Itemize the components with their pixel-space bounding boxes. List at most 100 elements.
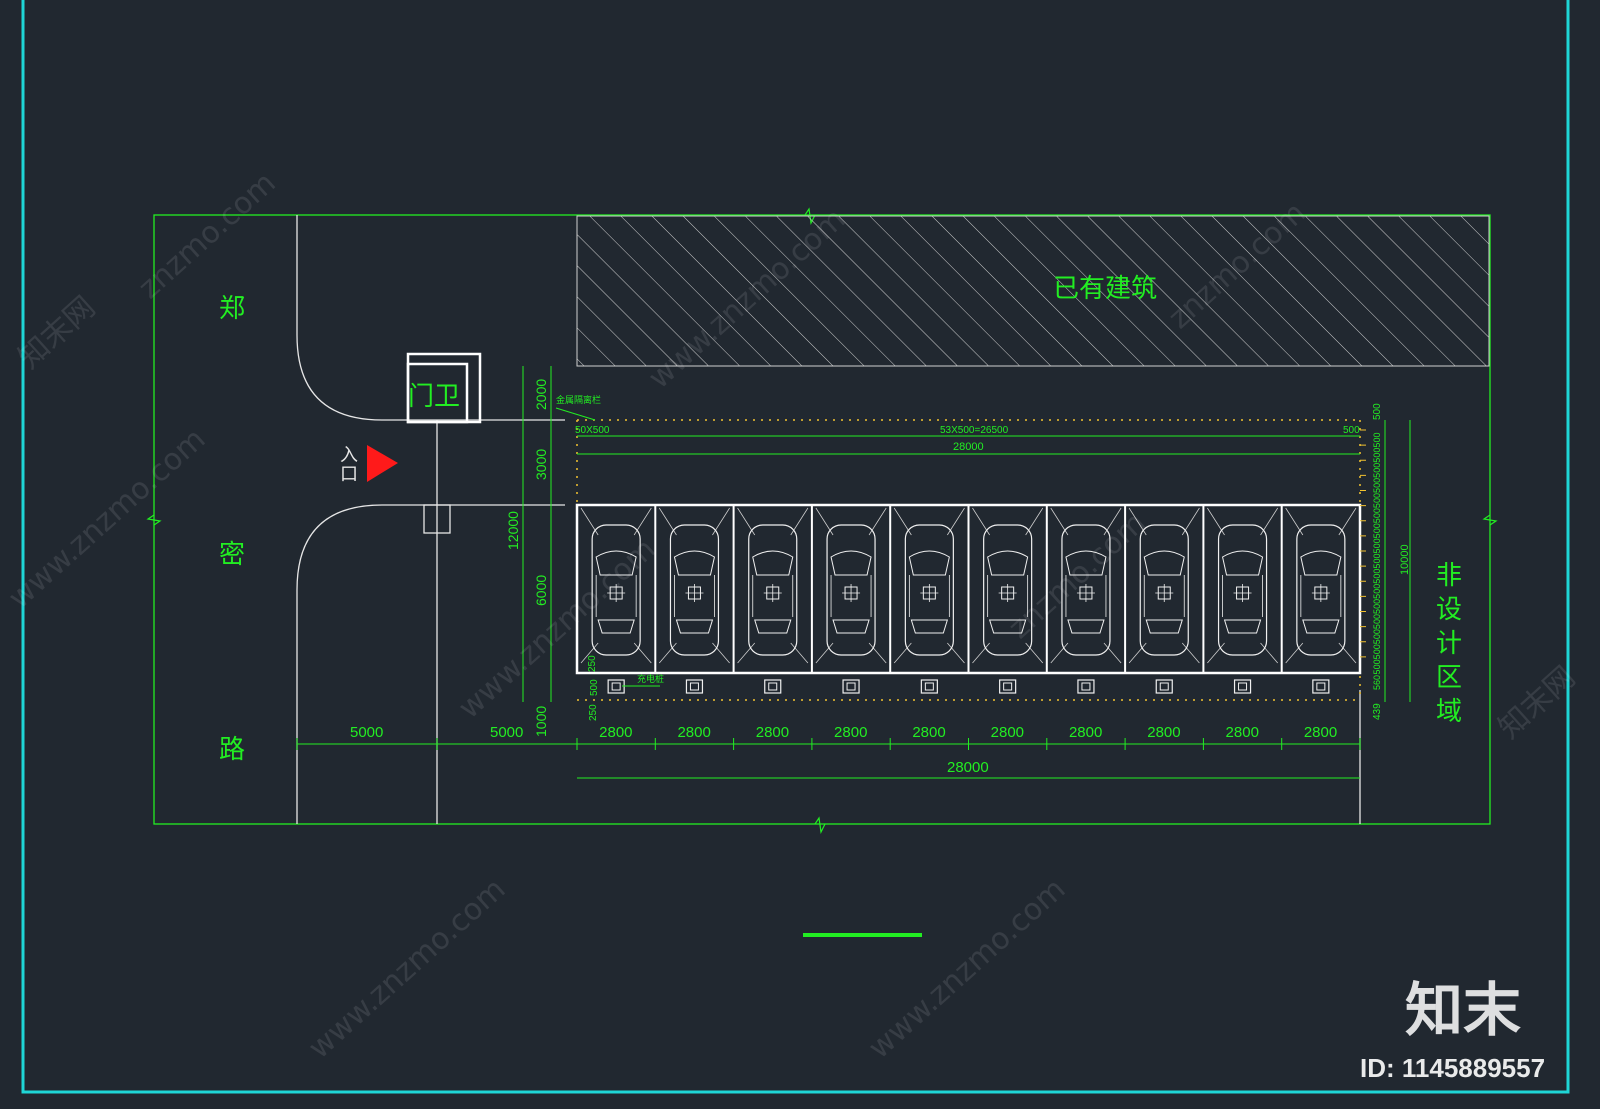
car-rear-window bbox=[1223, 619, 1262, 634]
watermark-text: www.znzmo.com bbox=[862, 872, 1072, 1066]
entrance-label-2: 口 bbox=[340, 464, 358, 484]
car-rear-window bbox=[1302, 619, 1340, 634]
dim-bay-width: 2800 bbox=[912, 724, 945, 741]
charging-pile-icon bbox=[920, 679, 938, 694]
pile-outer bbox=[764, 679, 782, 694]
dim-vert-3000: 3000 bbox=[533, 449, 549, 480]
dim-right-tick: 500 bbox=[1372, 644, 1382, 659]
car-windshield bbox=[908, 550, 950, 576]
charging-pile-icon bbox=[1155, 679, 1173, 694]
pile-inner bbox=[768, 682, 778, 691]
car-windshield bbox=[1300, 550, 1342, 576]
entrance-arrow-icon bbox=[367, 445, 398, 482]
dim-bay-width: 2800 bbox=[756, 724, 789, 741]
non-design-char-2: 设 bbox=[1436, 594, 1462, 624]
image-id: ID: 1145889557 bbox=[1360, 1053, 1545, 1083]
charging-pile-icon bbox=[1312, 679, 1330, 694]
non-design-char-3: 计 bbox=[1436, 628, 1462, 658]
dim-right-tick: 500 bbox=[1372, 478, 1382, 493]
parking-bay bbox=[654, 505, 730, 673]
parking-bay bbox=[1202, 505, 1279, 673]
dim-right-tick: 500 bbox=[1372, 569, 1382, 584]
dim-right-tick: 500 bbox=[1372, 493, 1382, 508]
dim-right-tick: 500 bbox=[1372, 463, 1382, 478]
dim-right-439: 439 bbox=[1372, 703, 1383, 720]
dim-right-10000: 10000 bbox=[1399, 544, 1411, 575]
pile-outer bbox=[842, 679, 860, 694]
pile-inner bbox=[924, 682, 934, 691]
charging-piles bbox=[607, 679, 1330, 694]
dim-right-tick: 500 bbox=[1372, 659, 1382, 674]
watermark-text: www.znzmo.com bbox=[302, 872, 512, 1066]
dim-right-tick: 500 bbox=[1372, 508, 1382, 523]
road-name-char-2: 密 bbox=[219, 539, 245, 569]
site-plan-svg: 门卫 入 口 已有建筑 郑 密 路 非 设 计 区 域 金属隔离栏 50X500… bbox=[2, 0, 1582, 1094]
road-name-char-3: 路 bbox=[219, 734, 245, 764]
pile-inner bbox=[1159, 682, 1169, 691]
dim-top-small-right: 500 bbox=[1343, 425, 1360, 436]
cad-drawing-canvas: 门卫 入 口 已有建筑 郑 密 路 非 设 计 区 域 金属隔离栏 50X500… bbox=[0, 0, 1600, 1105]
car-windshield bbox=[830, 550, 872, 576]
pile-inner bbox=[846, 682, 856, 691]
car-rear-window bbox=[832, 619, 870, 634]
car-rear-window bbox=[1067, 619, 1105, 634]
dim-right-tick: 500 bbox=[1372, 629, 1382, 644]
parking-bays bbox=[580, 505, 1357, 673]
fence-note-leader bbox=[555, 407, 596, 421]
car-rear-window bbox=[910, 619, 949, 634]
parking-bay bbox=[889, 505, 965, 673]
charging-pile-icon bbox=[607, 679, 625, 694]
car-windshield bbox=[1221, 550, 1264, 576]
car-icon bbox=[748, 524, 798, 656]
dim-top-small-left: 50X500 bbox=[575, 425, 610, 436]
dim-bottom-total: 28000 bbox=[947, 759, 989, 776]
pile-outer bbox=[1077, 679, 1095, 694]
car-icon bbox=[1217, 524, 1268, 656]
car-rear-window bbox=[1145, 619, 1183, 634]
parking-bay bbox=[1280, 505, 1357, 673]
dim-bay-width: 2800 bbox=[1147, 724, 1180, 741]
car-icon bbox=[1296, 524, 1346, 656]
brand-logo: 知末 bbox=[1405, 976, 1521, 1044]
pile-outer bbox=[1155, 679, 1173, 694]
pile-outer bbox=[1312, 679, 1330, 694]
dim-right-500: 500 bbox=[1372, 403, 1383, 420]
pile-outer bbox=[685, 679, 704, 694]
break-mark-bottom bbox=[814, 816, 826, 834]
dim-right-tick: 500 bbox=[1372, 523, 1382, 538]
parking-bay bbox=[810, 505, 887, 673]
charging-pile-icon bbox=[685, 679, 704, 694]
charging-pile-icon bbox=[764, 679, 782, 694]
parking-bay bbox=[732, 505, 809, 673]
charging-pile-icon bbox=[1233, 679, 1252, 694]
car-rear-window bbox=[597, 619, 635, 634]
watermark-text: www.znzmo.com bbox=[2, 422, 212, 616]
car-icon bbox=[669, 524, 720, 656]
watermark-text: 知末网 bbox=[12, 290, 102, 376]
dim-bay-width: 2800 bbox=[991, 724, 1024, 741]
dim-vert-6000: 6000 bbox=[533, 575, 549, 606]
charging-pile-icon bbox=[842, 679, 860, 694]
dim-left-5000-b: 5000 bbox=[490, 724, 523, 741]
dim-right-tick: 500 bbox=[1372, 433, 1382, 448]
dim-vert-12000: 12000 bbox=[505, 511, 521, 550]
dim-bay-width: 2800 bbox=[677, 724, 710, 741]
car-windshield bbox=[1143, 550, 1185, 576]
pile-outer bbox=[999, 679, 1017, 694]
pile-outer bbox=[607, 679, 625, 694]
existing-building-label: 已有建筑 bbox=[1053, 273, 1157, 303]
pile-outer bbox=[920, 679, 938, 694]
car-rear-window bbox=[675, 619, 714, 634]
dim-bay-width: 2800 bbox=[1069, 724, 1102, 741]
pile-inner bbox=[1238, 682, 1248, 691]
entrance-label-1: 入 bbox=[340, 445, 358, 465]
dim-small-500: 500 bbox=[589, 679, 600, 696]
dim-bay-width: 2800 bbox=[599, 724, 632, 741]
dim-bay-width: 2800 bbox=[1226, 724, 1259, 741]
dim-bay-width: 2800 bbox=[834, 724, 867, 741]
charging-pile-icon bbox=[1077, 679, 1095, 694]
bay-dimensions: 2800 2800 2800 2800 2800 2800 2800 2800 2800 2800 bbox=[296, 724, 1361, 750]
car-windshield bbox=[673, 550, 716, 576]
pile-inner bbox=[611, 682, 621, 691]
non-design-char-4: 区 bbox=[1436, 662, 1462, 692]
